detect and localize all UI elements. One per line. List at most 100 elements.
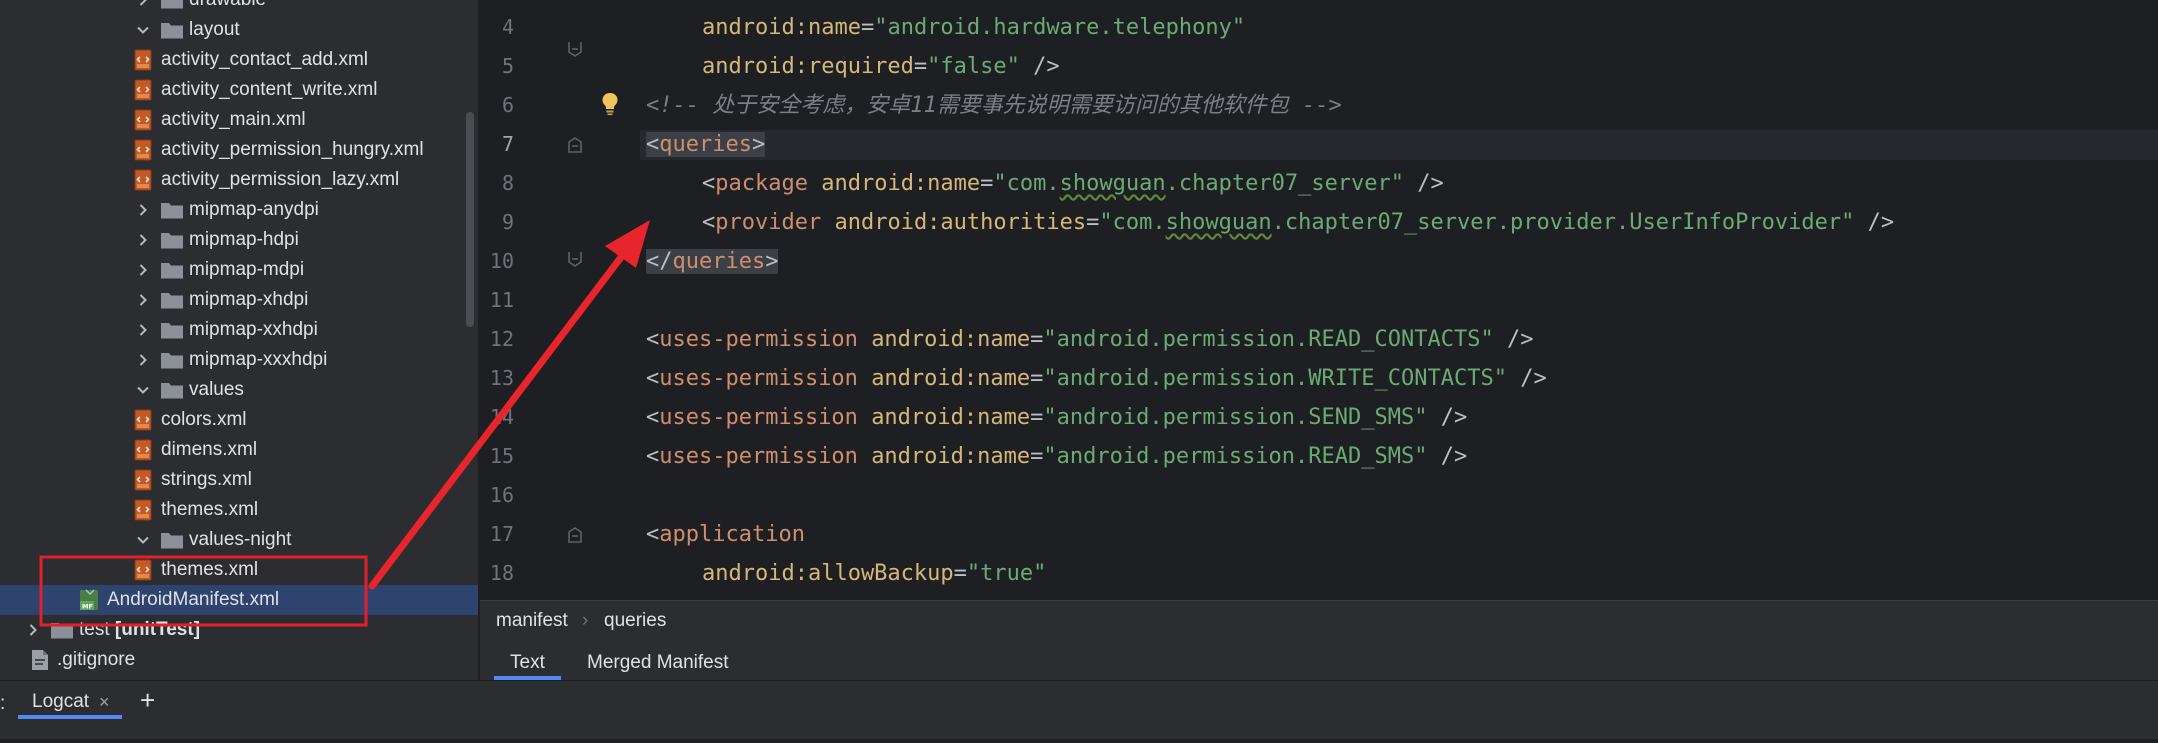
tag-close: /> bbox=[1404, 171, 1444, 196]
add-tab-button[interactable]: + bbox=[140, 685, 155, 716]
tab-text[interactable]: Text bbox=[494, 646, 561, 680]
folder-icon bbox=[50, 620, 74, 640]
code-line-5: android:required="false" /> bbox=[702, 54, 1060, 79]
chevron-right-icon[interactable] bbox=[136, 263, 150, 277]
tag-close: /> bbox=[1019, 54, 1060, 79]
project-tree-panel: drawable layout activity_contact_add.xmlac… bbox=[0, 0, 478, 680]
tree-item-label: mipmap-hdpi bbox=[189, 229, 299, 250]
tree-item-label: dimens.xml bbox=[161, 439, 258, 460]
tree-item[interactable]: mipmap-xxxhdpi bbox=[0, 345, 478, 375]
editor-gutter: 4 5 6 7 8 9 10 11 12 13 14 15 16 17 18 bbox=[480, 0, 640, 600]
tree-item[interactable]: mipmap-xxhdpi bbox=[0, 315, 478, 345]
tree-item-label: activity_contact_add.xml bbox=[161, 49, 368, 70]
xml-file-icon bbox=[132, 438, 156, 462]
tree-item[interactable]: activity_permission_hungry.xml bbox=[0, 135, 478, 165]
tree-item[interactable]: test [unitTest] bbox=[0, 615, 478, 645]
fold-end-icon[interactable] bbox=[567, 40, 583, 58]
chevron-right-icon[interactable] bbox=[136, 233, 150, 247]
fold-end-icon[interactable] bbox=[567, 250, 583, 268]
attribute-name: android:name bbox=[871, 405, 1031, 430]
attribute-value: "android.permission.READ_SMS" bbox=[1043, 444, 1428, 469]
line-number: 7 bbox=[501, 132, 514, 156]
fold-start-icon[interactable] bbox=[567, 526, 583, 544]
chevron-right-icon[interactable] bbox=[136, 293, 150, 307]
fold-start-icon[interactable] bbox=[567, 136, 583, 154]
chevron-right-icon[interactable] bbox=[136, 323, 150, 337]
tag-name: uses-permission bbox=[659, 366, 858, 391]
tree-item[interactable]: themes.xml bbox=[0, 495, 478, 525]
tree-item-label: mipmap-xhdpi bbox=[189, 289, 309, 310]
tree-item[interactable]: values bbox=[0, 375, 478, 405]
tree-item[interactable]: layout bbox=[0, 15, 478, 45]
tree-item[interactable]: mipmap-anydpi bbox=[0, 195, 478, 225]
breadcrumb-item-manifest[interactable]: manifest bbox=[496, 610, 568, 632]
attribute-name: android:name bbox=[821, 171, 981, 196]
tree-item[interactable]: values-night bbox=[0, 525, 478, 555]
tree-item-label: mipmap-mdpi bbox=[189, 259, 305, 280]
code-line-6: <!-- 处于安全考虑，安卓11需要事先说明需要访问的其他软件包 --> bbox=[646, 91, 1342, 121]
line-number: 12 bbox=[489, 327, 514, 351]
chevron-right-icon[interactable] bbox=[136, 353, 150, 367]
chevron-down-icon[interactable] bbox=[136, 383, 150, 397]
tree-item[interactable]: dimens.xml bbox=[0, 435, 478, 465]
line-number: 14 bbox=[489, 405, 514, 429]
line-number: 13 bbox=[489, 366, 514, 390]
tree-item[interactable]: mipmap-mdpi bbox=[0, 255, 478, 285]
code-editor[interactable]: 4 5 6 7 8 9 10 11 12 13 14 15 16 17 18 android:name="a… bbox=[480, 0, 2158, 600]
tree-item[interactable]: activity_contact_add.xml bbox=[0, 45, 478, 75]
breadcrumb-item-queries[interactable]: queries bbox=[604, 610, 666, 632]
tree-item[interactable]: .gitignore bbox=[0, 645, 478, 675]
chevron-down-icon[interactable] bbox=[136, 23, 150, 37]
attribute-value: "false" bbox=[927, 54, 1020, 79]
lightbulb-icon[interactable] bbox=[601, 92, 619, 116]
tree-scrollbar[interactable] bbox=[466, 112, 474, 327]
chevron-down-icon[interactable] bbox=[136, 533, 150, 547]
tree-item[interactable]: mipmap-hdpi bbox=[0, 225, 478, 255]
tree-item[interactable]: colors.xml bbox=[0, 405, 478, 435]
tag-close: /> bbox=[1427, 444, 1468, 469]
tab-merged-manifest[interactable]: Merged Manifest bbox=[571, 646, 745, 680]
line-number: 16 bbox=[489, 483, 514, 507]
tree-item-label: test [unitTest] bbox=[79, 619, 201, 640]
tree-item-label: .gitignore bbox=[57, 649, 136, 670]
tree-item[interactable]: MF AndroidManifest.xml bbox=[0, 585, 478, 615]
spelling-squiggle: showguan bbox=[1165, 210, 1272, 235]
tree-item-label: drawable bbox=[189, 0, 266, 11]
svg-text:MF: MF bbox=[82, 603, 93, 611]
manifest-file-icon: MF bbox=[78, 588, 102, 612]
folder-icon bbox=[160, 380, 184, 400]
line-number: 17 bbox=[489, 522, 514, 546]
tree-item-label: themes.xml bbox=[161, 499, 259, 520]
tree-item-label: mipmap-xxxhdpi bbox=[189, 349, 328, 370]
chevron-right-icon[interactable] bbox=[136, 0, 150, 7]
tree-item[interactable]: activity_main.xml bbox=[0, 105, 478, 135]
chevron-right-icon[interactable] bbox=[26, 623, 40, 637]
tag-close: /> bbox=[1493, 327, 1534, 352]
tab-logcat[interactable]: Logcat × bbox=[18, 681, 122, 723]
tree-item[interactable]: activity_permission_lazy.xml bbox=[0, 165, 478, 195]
tag-name: package bbox=[715, 171, 808, 196]
line-number: 10 bbox=[489, 249, 514, 273]
xml-file-icon bbox=[132, 558, 156, 582]
tree-item[interactable]: mipmap-xhdpi bbox=[0, 285, 478, 315]
tool-window-prefix: : bbox=[0, 693, 6, 714]
folder-icon bbox=[160, 320, 184, 340]
attribute-value: "true" bbox=[966, 561, 1047, 586]
code-line-8: <package android:name="com.showguan.chap… bbox=[702, 171, 1444, 196]
tree-item[interactable]: activity_content_write.xml bbox=[0, 75, 478, 105]
tree-item[interactable]: themes.xml bbox=[0, 555, 478, 585]
tree-item-label: AndroidManifest.xml bbox=[107, 589, 280, 610]
spelling-squiggle: showguan bbox=[1059, 171, 1166, 196]
folder-icon bbox=[160, 230, 184, 250]
tree-item-label: mipmap-anydpi bbox=[189, 199, 319, 220]
tree-item[interactable]: drawable bbox=[0, 0, 478, 15]
tree-item-label: layout bbox=[189, 19, 240, 40]
tab-logcat-label: Logcat bbox=[32, 691, 90, 712]
close-icon[interactable]: × bbox=[99, 692, 110, 713]
tree-item[interactable]: strings.xml bbox=[0, 465, 478, 495]
chevron-right-icon[interactable] bbox=[136, 203, 150, 217]
tree-item-label: values-night bbox=[189, 529, 292, 550]
code-line-10: </queries> bbox=[646, 249, 779, 274]
breadcrumb: manifest › queries bbox=[480, 600, 2158, 640]
tree-item-suffix: [unitTest] bbox=[109, 619, 201, 640]
